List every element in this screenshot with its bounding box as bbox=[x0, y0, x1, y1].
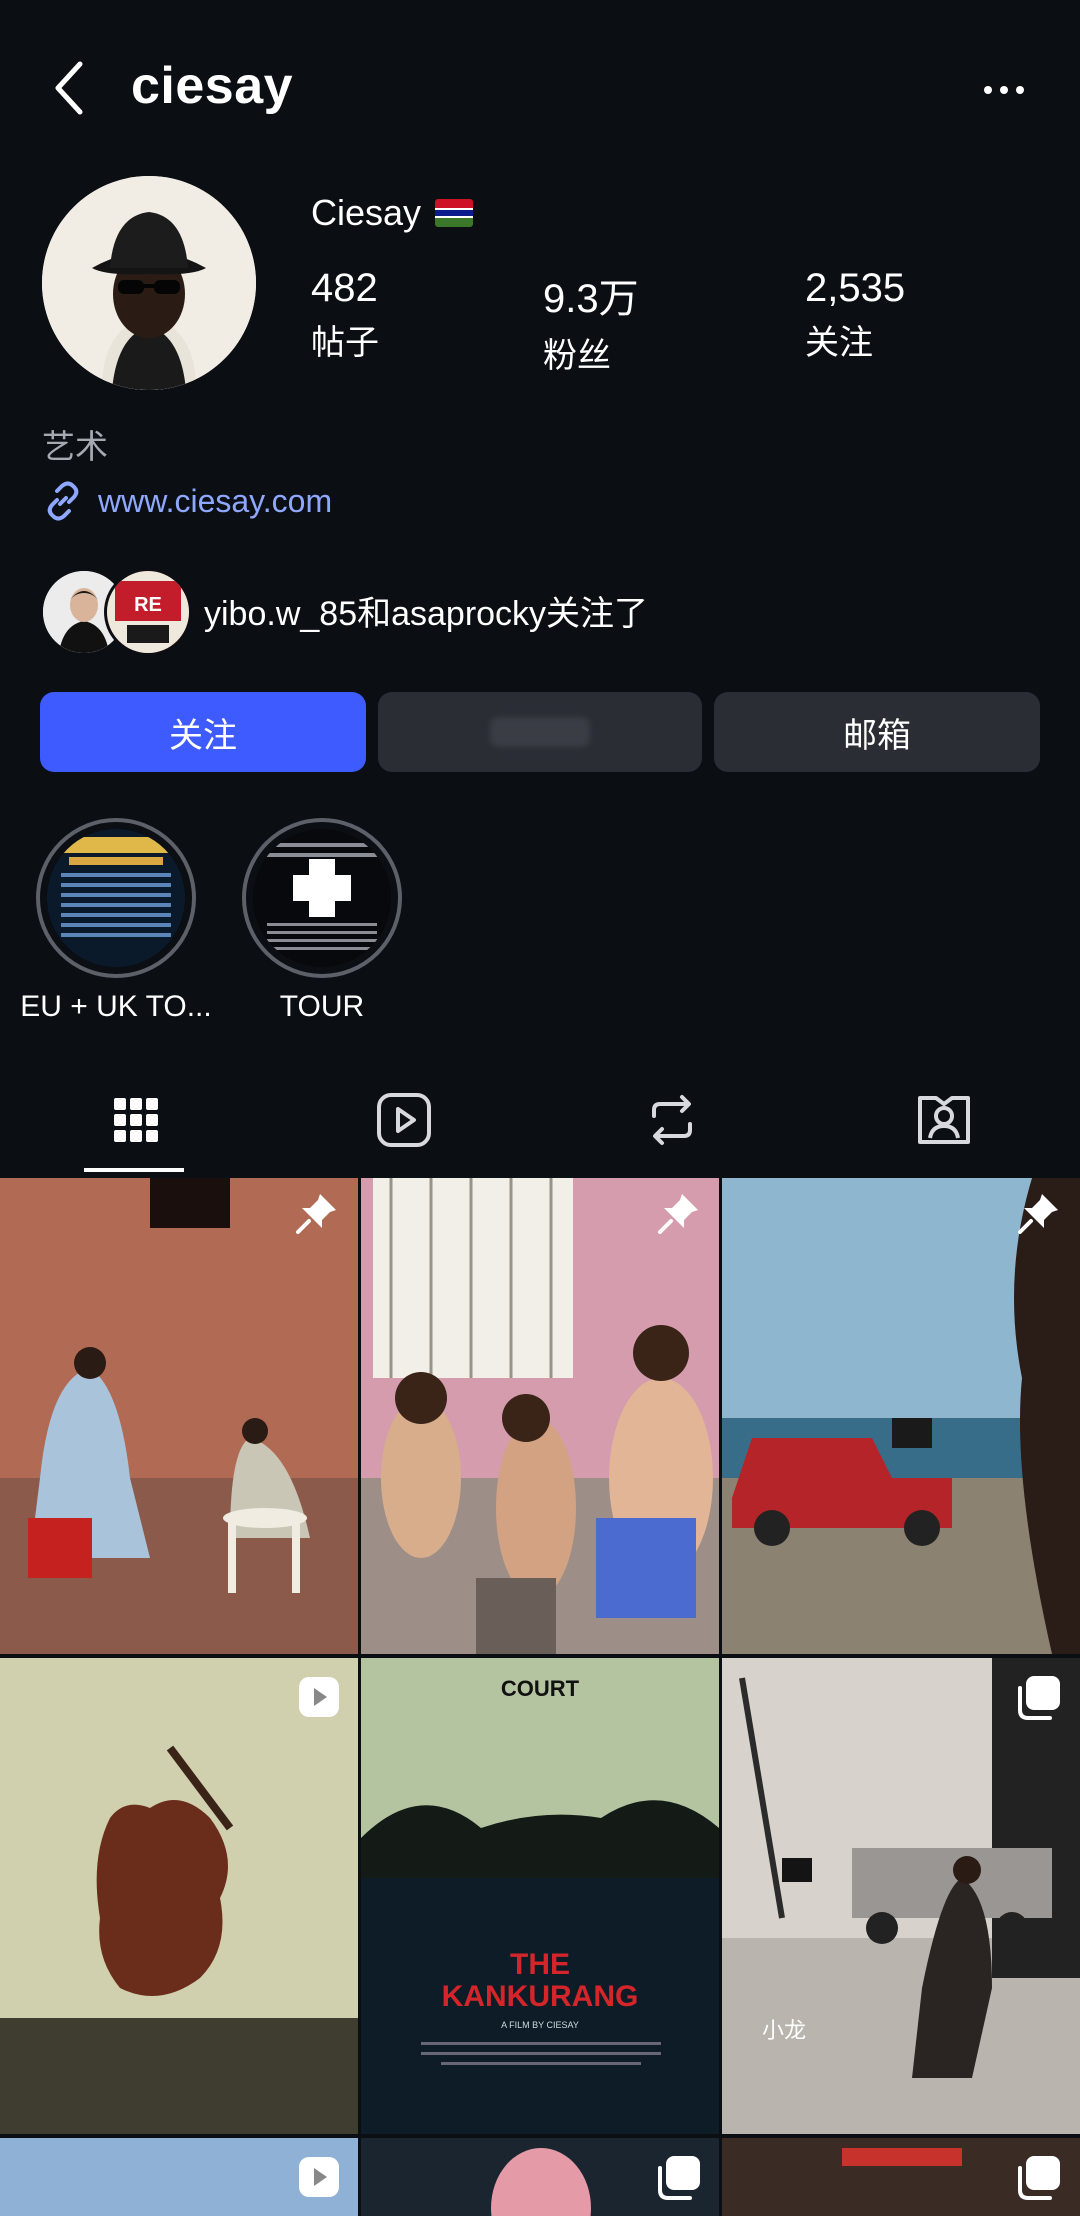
page-title: ciesay bbox=[131, 57, 294, 115]
grid-icon bbox=[114, 1098, 158, 1142]
post-thumbnail-5[interactable]: COURT THE KANKURANG A FILM BY CIESAY bbox=[361, 1658, 719, 2134]
poster-sub-text: A FILM BY CIESAY bbox=[501, 2020, 579, 2030]
tab-reels[interactable] bbox=[366, 1084, 442, 1156]
pin-icon bbox=[658, 1194, 698, 1234]
svg-text:KANKURANG: KANKURANG bbox=[442, 1980, 639, 2013]
stat-posts[interactable]: 482 帖子 bbox=[311, 266, 379, 364]
profile-avatar[interactable] bbox=[42, 176, 256, 390]
more-options-icon[interactable] bbox=[984, 70, 1044, 110]
gambia-flag-icon bbox=[435, 199, 474, 227]
post-thumbnail-4[interactable] bbox=[0, 1658, 358, 2134]
caption-overlay: 小龙 bbox=[762, 2019, 806, 2044]
followed-by-text[interactable]: yibo.w_85和asaprocky关注了 bbox=[204, 586, 648, 635]
post-thumbnail-3[interactable] bbox=[722, 1178, 1080, 1654]
message-button[interactable] bbox=[378, 692, 702, 772]
website-text: www.ciesay.com bbox=[98, 482, 333, 519]
carousel-icon bbox=[1018, 2156, 1060, 2200]
back-chevron-left-icon[interactable] bbox=[48, 58, 92, 118]
stat-following-value: 2,535 bbox=[805, 266, 906, 310]
carousel-icon bbox=[658, 2156, 700, 2200]
stat-followers-label: 粉丝 bbox=[543, 337, 611, 375]
category-label: 艺术 bbox=[42, 428, 108, 465]
post-thumbnail-6[interactable]: 小龙 bbox=[722, 1658, 1080, 2134]
reposts-icon bbox=[652, 1095, 692, 1145]
follower-avatar-2[interactable]: RE bbox=[104, 568, 192, 656]
blurred-label bbox=[490, 717, 590, 747]
tab-tagged[interactable] bbox=[906, 1084, 982, 1156]
stat-following[interactable]: 2,535 关注 bbox=[805, 266, 905, 364]
link-icon bbox=[47, 481, 79, 521]
follow-button[interactable]: 关注 bbox=[40, 692, 366, 772]
post-thumbnail-2[interactable] bbox=[361, 1178, 719, 1654]
display-name: Ciesay bbox=[311, 192, 422, 233]
stat-following-label: 关注 bbox=[805, 324, 873, 362]
stat-followers[interactable]: 9.3万 粉丝 bbox=[543, 266, 639, 377]
highlight-eu-uk-tour[interactable] bbox=[36, 818, 196, 978]
reel-icon bbox=[299, 2157, 339, 2197]
tab-posts-grid[interactable] bbox=[98, 1084, 174, 1156]
tab-reposts[interactable] bbox=[634, 1084, 710, 1156]
carousel-icon bbox=[1018, 1676, 1060, 1720]
poster-top-text: COURT bbox=[501, 1676, 580, 1701]
highlight-label-1: EU + UK TO... bbox=[20, 990, 212, 1023]
display-name-row: Ciesay bbox=[311, 192, 474, 234]
email-button[interactable]: 邮箱 bbox=[714, 692, 1040, 772]
post-thumbnail-1[interactable] bbox=[0, 1178, 358, 1654]
stat-posts-value: 482 bbox=[311, 266, 378, 310]
selected-tab-indicator bbox=[84, 1168, 184, 1172]
reel-icon bbox=[299, 1677, 339, 1717]
highlight-tour[interactable] bbox=[242, 818, 402, 978]
reels-icon bbox=[377, 1093, 431, 1147]
svg-text:RE: RE bbox=[134, 594, 162, 616]
stat-posts-label: 帖子 bbox=[311, 324, 379, 362]
svg-text:THE: THE bbox=[510, 1948, 570, 1981]
pin-icon bbox=[296, 1194, 336, 1234]
highlight-label-2: TOUR bbox=[279, 990, 365, 1023]
website-link[interactable]: www.ciesay.com bbox=[42, 480, 332, 522]
tagged-icon bbox=[918, 1096, 970, 1144]
pin-icon bbox=[1018, 1194, 1058, 1234]
stat-followers-value: 9.3万 bbox=[543, 277, 639, 321]
